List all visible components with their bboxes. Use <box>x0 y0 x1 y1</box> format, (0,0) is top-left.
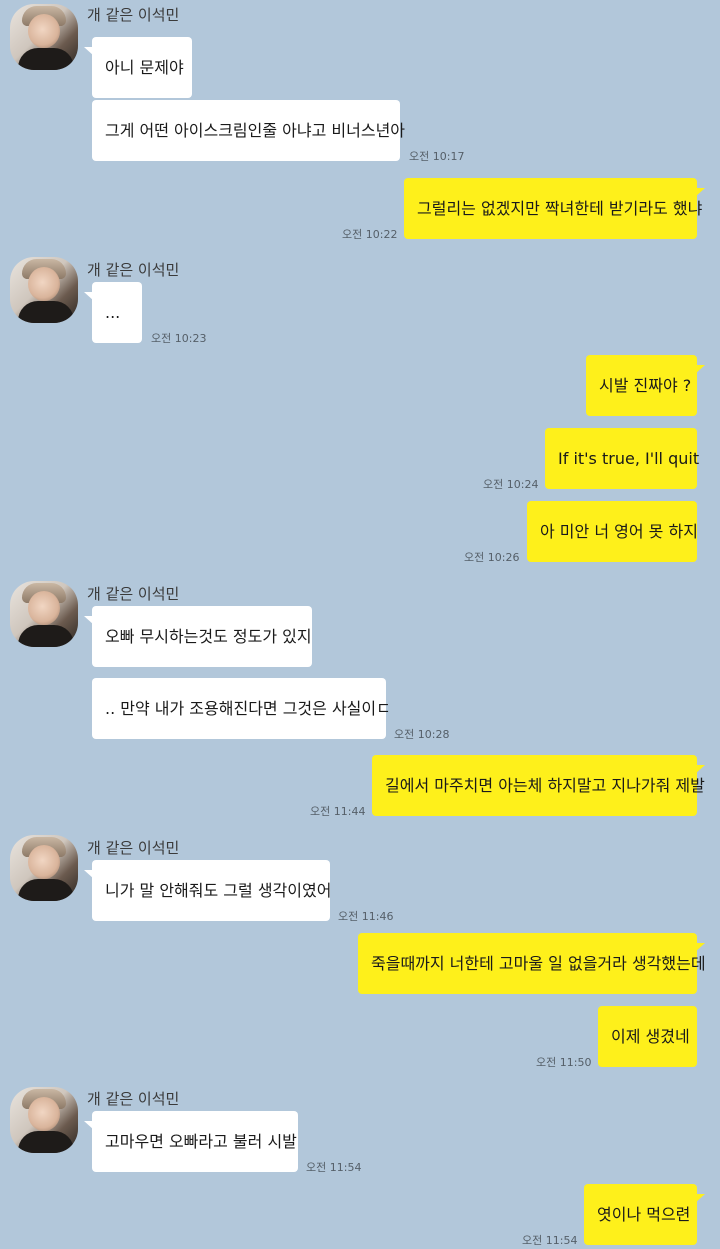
message-bubble-outgoing[interactable]: 아 미안 너 영어 못 하지 <box>527 501 698 562</box>
sender-name: 개 같은 이석민 <box>87 1090 180 1108</box>
message-bubble-incoming[interactable]: 니가 말 안해줘도 그럴 생각이였어 <box>84 860 331 921</box>
message-bubble-outgoing[interactable]: 그럴리는 없겠지만 짝녀한테 받기라도 했냐 <box>404 178 705 239</box>
message-timestamp: 오전 11:44 <box>310 805 366 818</box>
message-timestamp: 오전 10:22 <box>342 228 398 241</box>
message-timestamp: 오전 11:46 <box>338 910 394 923</box>
message-bubble-outgoing[interactable]: 엿이나 먹으련 <box>584 1184 705 1245</box>
message-bubble-outgoing[interactable]: 시발 진짜야 ? <box>586 355 705 416</box>
message-timestamp: 오전 11:50 <box>536 1056 592 1069</box>
message-timestamp: 오전 10:17 <box>409 150 465 163</box>
message-bubble-incoming[interactable]: 오빠 무시하는것도 정도가 있지 <box>84 606 312 667</box>
sender-name: 개 같은 이석민 <box>87 6 180 24</box>
message-bubble-incoming[interactable]: 그게 어떤 아이스크림인줄 아냐고 비너스년아 <box>92 100 405 161</box>
message-bubble-outgoing[interactable]: 이제 생겼네 <box>598 1006 697 1067</box>
message-bubble-incoming[interactable]: .. 만약 내가 조용해진다면 그것은 사실이ㄷ <box>92 678 391 739</box>
message-timestamp: 오전 10:24 <box>483 478 539 491</box>
message-bubble-outgoing[interactable]: 죽을때까지 너한테 고마울 일 없을거라 생각했는데 <box>358 933 706 994</box>
message-timestamp: 오전 11:54 <box>522 1234 578 1247</box>
message-bubble-outgoing[interactable]: 길에서 마주치면 아는체 하지말고 지나가줘 제발 <box>372 755 705 816</box>
message-timestamp: 오전 10:28 <box>394 728 450 741</box>
avatar[interactable] <box>10 835 78 901</box>
message-bubble-incoming[interactable]: ... <box>84 282 142 343</box>
message-bubble-incoming[interactable]: 아니 문제야 <box>84 37 192 98</box>
message-timestamp: 오전 10:23 <box>151 332 207 345</box>
avatar[interactable] <box>10 4 78 70</box>
avatar[interactable] <box>10 257 78 323</box>
message-timestamp: 오전 11:54 <box>306 1161 362 1174</box>
avatar[interactable] <box>10 1087 78 1153</box>
message-timestamp: 오전 10:26 <box>464 551 520 564</box>
sender-name: 개 같은 이석민 <box>87 261 180 279</box>
avatar[interactable] <box>10 581 78 647</box>
message-bubble-incoming[interactable]: 고마우면 오빠라고 불러 시발 <box>84 1111 298 1172</box>
message-bubble-outgoing[interactable]: If it's true, I'll quit <box>545 428 699 489</box>
sender-name: 개 같은 이석민 <box>87 839 180 857</box>
sender-name: 개 같은 이석민 <box>87 585 180 603</box>
